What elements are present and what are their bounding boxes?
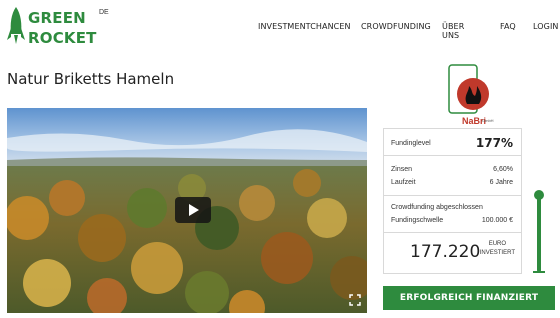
term-value: 6 Jahre	[489, 179, 513, 186]
currency-line1: EURO	[488, 241, 507, 247]
funding-panel: Fundinglevel 177% Zinsen 6,60% Laufzeit …	[383, 128, 522, 274]
company-suffix: GmbH	[482, 118, 494, 123]
page-title: Natur Briketts Hameln	[7, 70, 175, 88]
interest-label: Zinsen	[391, 166, 413, 173]
language-switch[interactable]: DE	[99, 9, 109, 16]
divider	[384, 195, 521, 196]
nav-item-faq[interactable]: FAQ	[500, 22, 516, 31]
nav-item-crowdfunding[interactable]: CROWDFUNDING	[361, 22, 431, 31]
play-button[interactable]	[175, 197, 211, 223]
nav-item-ueber-uns[interactable]: ÜBER UNS	[442, 22, 464, 40]
threshold-value: 100.000 €	[481, 217, 513, 224]
currency-label: EURO INVESTIERT	[480, 240, 515, 258]
nav-item-investmentchancen[interactable]: INVESTMENTCHANCEN	[258, 22, 351, 31]
funding-status-text: Crowdfunding abgeschlossen	[391, 204, 483, 211]
nav-item-login[interactable]: LOGIN	[533, 22, 559, 31]
play-icon	[189, 204, 199, 216]
brand-name: GREEN ROCKET	[28, 8, 97, 48]
funding-progress-bar	[533, 190, 545, 273]
invested-amount: 177.220	[410, 242, 481, 262]
funding-level-label: Fundinglevel	[391, 140, 431, 147]
funding-level-value: 177%	[475, 136, 513, 150]
brand-name-line1: GREEN	[28, 9, 86, 27]
fullscreen-icon[interactable]	[349, 294, 361, 306]
interest-value: 6,60%	[493, 166, 513, 173]
funding-progress-fill	[537, 194, 541, 272]
divider	[384, 155, 521, 156]
funding-status-button[interactable]: ERFOLGREICH FINANZIERT	[383, 286, 555, 310]
brand-name-line2: ROCKET	[28, 29, 97, 47]
company-logo	[448, 64, 489, 114]
threshold-label: Fundingschwelle	[391, 217, 444, 224]
divider	[384, 232, 521, 233]
rocket-icon	[7, 7, 25, 44]
term-label: Laufzeit	[391, 179, 416, 186]
project-video[interactable]	[7, 108, 367, 313]
brand-logo[interactable]: GREEN ROCKET DE	[6, 6, 109, 50]
site-header: GREEN ROCKET DE INVESTMENTCHANCEN CROWDF…	[0, 0, 560, 55]
currency-line2: INVESTIERT	[479, 250, 515, 256]
